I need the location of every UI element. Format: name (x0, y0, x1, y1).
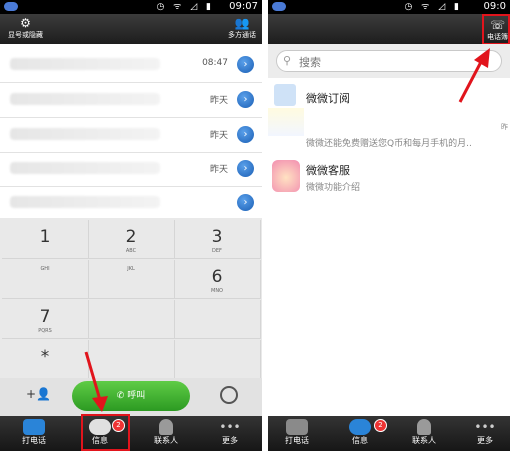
contact-name-blurred (10, 196, 160, 208)
call-time: 08:47 (202, 58, 228, 68)
call-time: 昨天 (209, 131, 228, 141)
people-icon: 👥 (234, 16, 250, 30)
message-thread[interactable]: 微微客服 微微功能介绍 (268, 156, 510, 199)
call-log-row[interactable]: 昨天 › (0, 118, 262, 153)
key-7[interactable]: 7 PQRS (2, 300, 89, 339)
status-bar: ◷ ᯤ ◿ ▮ 09:0 (268, 0, 510, 14)
dialer-screen: ◷ ᯤ ◿ ▮ 09:07 ⚙ 显号或隐藏 👥 多方通话 08:47 › 昨天 … (0, 0, 262, 451)
subscription-banner (268, 108, 304, 136)
key-4[interactable]: GHI (2, 260, 89, 299)
more-dots-icon: ••• (474, 420, 496, 434)
dial-icon (23, 419, 45, 435)
app-notification-icon (4, 2, 18, 11)
nav-tab-more[interactable]: ••• 更多 (462, 416, 508, 451)
call-log-row[interactable]: › (0, 186, 262, 221)
nav-tab-contacts[interactable]: 联系人 (140, 416, 192, 451)
call-detail-icon[interactable]: › (237, 126, 254, 143)
call-time: 昨天 (209, 165, 228, 175)
contact-name-blurred (10, 162, 160, 174)
unread-badge: 2 (374, 419, 387, 432)
nav-tab-messages[interactable]: 信息 2 (336, 416, 387, 451)
dial-keypad: 1 2 ABC 3 DEF GHI JKL 6 MNO 7 PQRS * (0, 218, 262, 379)
key-5[interactable]: JKL (88, 260, 175, 299)
status-icons: ◷ ᯤ ◿ ▮ (156, 2, 214, 12)
chat-bubble-icon (349, 419, 371, 435)
pointer-arrow (458, 48, 490, 103)
app-notification-icon (272, 2, 286, 11)
title-bar: ⚙ 显号或隐藏 👥 多方通话 (0, 14, 262, 44)
nav-tab-more[interactable]: ••• 更多 (204, 416, 256, 451)
highlight-box-phonebook (482, 14, 510, 45)
conference-call-button[interactable]: 👥 多方通话 (228, 16, 256, 40)
call-time: 昨天 (209, 96, 228, 106)
status-time: 09:07 (229, 1, 258, 12)
key-star[interactable]: * (2, 340, 89, 379)
search-icon: ⚲ (283, 54, 292, 67)
thread-time: 昨 (501, 123, 508, 131)
pointer-arrow (84, 351, 108, 412)
hide-number-button[interactable]: ⚙ 显号或隐藏 (8, 16, 43, 40)
title-bar: ☏ 电话簿 (268, 14, 510, 44)
customer-service-avatar (272, 160, 300, 192)
messages-screen: ◷ ᯤ ◿ ▮ 09:0 ☏ 电话簿 ⚲ 微微订阅 昨 微微还能免费赠送您Q币和… (268, 0, 510, 451)
key-1[interactable]: 1 (2, 220, 89, 259)
key-2[interactable]: 2 ABC (88, 220, 175, 259)
voicemail-button[interactable] (220, 386, 238, 404)
phone-icon: ✆ (116, 391, 128, 401)
bottom-nav: 打电话 信息 2 联系人 ••• 更多 (268, 416, 510, 451)
key-3[interactable]: 3 DEF (174, 220, 261, 259)
call-button-label: 呼叫 (127, 391, 146, 401)
more-dots-icon: ••• (219, 420, 241, 434)
gear-icon: ⚙ (20, 16, 31, 30)
status-time: 09:0 (483, 1, 506, 12)
hide-number-label: 显号或隐藏 (8, 31, 43, 39)
thread-preview: 微微还能免费赠送您Q币和每月手机的月.. (306, 139, 472, 149)
call-log-row[interactable]: 08:47 › (0, 48, 262, 83)
dial-icon (286, 419, 308, 435)
key-hash[interactable] (174, 340, 261, 379)
key-9[interactable] (174, 300, 261, 339)
nav-tab-contacts[interactable]: 联系人 (400, 416, 448, 451)
thread-name: 微微订阅 (306, 92, 350, 105)
add-contact-button[interactable]: +👤 (26, 387, 51, 401)
highlight-box-messages (81, 414, 130, 451)
call-log-list: 08:47 › 昨天 › 昨天 › 昨天 › › (0, 44, 262, 221)
thread-preview: 微微功能介绍 (306, 183, 361, 193)
key-6[interactable]: 6 MNO (174, 260, 261, 299)
call-detail-icon[interactable]: › (237, 160, 254, 177)
call-detail-icon[interactable]: › (237, 91, 254, 108)
nav-tab-dial[interactable]: 打电话 (8, 416, 60, 451)
dial-action-bar: +👤 ✆ 呼叫 (0, 378, 262, 416)
contact-name-blurred (10, 93, 160, 105)
call-detail-icon[interactable]: › (237, 194, 254, 211)
call-detail-icon[interactable]: › (237, 56, 254, 73)
contact-name-blurred (10, 58, 160, 70)
contact-person-icon (159, 419, 173, 435)
nav-tab-dial[interactable]: 打电话 (274, 416, 320, 451)
status-bar: ◷ ᯤ ◿ ▮ 09:07 (0, 0, 262, 14)
call-log-row[interactable]: 昨天 › (0, 152, 262, 187)
contact-name-blurred (10, 128, 160, 140)
thread-name: 微微客服 (306, 164, 350, 177)
contact-person-icon (417, 419, 431, 435)
status-icons: ◷ ᯤ ◿ ▮ (404, 2, 462, 12)
subscription-avatar (274, 84, 296, 106)
conference-label: 多方通话 (228, 31, 256, 39)
call-log-row[interactable]: 昨天 › (0, 83, 262, 118)
empty-list-area (268, 198, 510, 416)
key-8[interactable] (88, 300, 175, 339)
bottom-nav: 打电话 信息 2 联系人 ••• 更多 (0, 416, 262, 451)
